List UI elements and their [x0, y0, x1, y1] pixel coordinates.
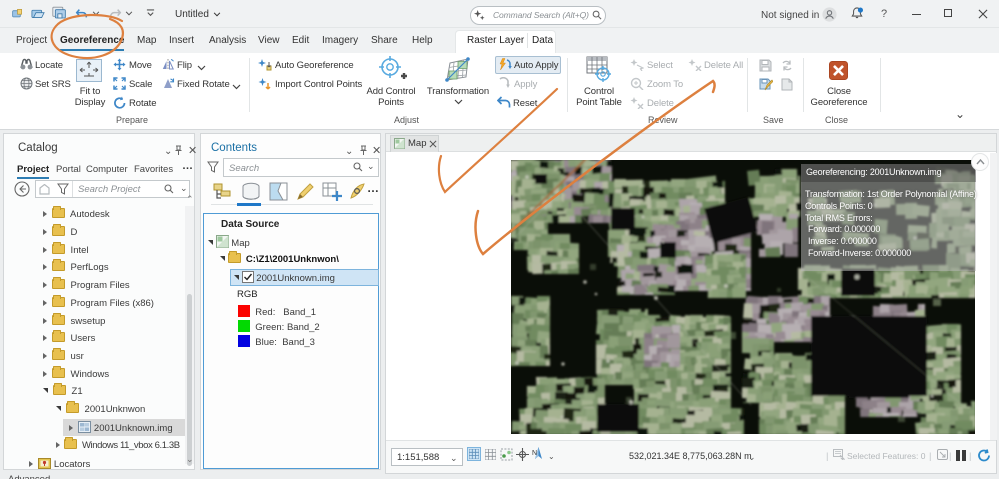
svg-text:N: N: [532, 450, 537, 457]
